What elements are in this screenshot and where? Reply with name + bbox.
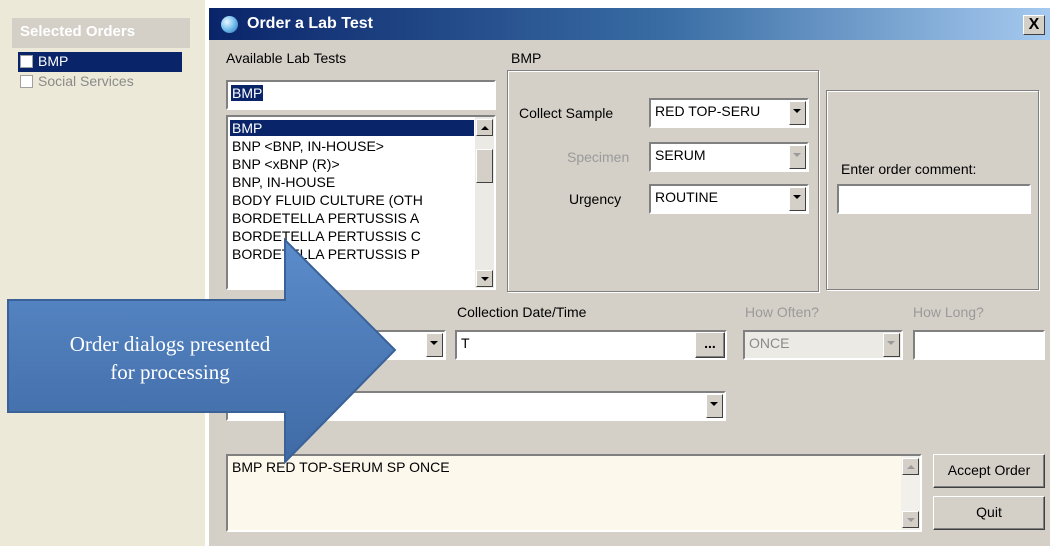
chevron-down-icon	[481, 277, 489, 281]
chevron-down-icon	[710, 402, 718, 406]
scroll-down-button[interactable]	[476, 270, 493, 287]
chevron-down-icon	[907, 518, 915, 522]
list-item[interactable]: BNP <xBNP (R)>	[230, 156, 340, 172]
specimen-select[interactable]: SERUM	[649, 142, 809, 172]
list-scrollbar[interactable]	[475, 117, 494, 288]
chevron-down-icon	[793, 109, 801, 113]
list-item[interactable]: BORDETELLA PERTUSSIS A	[230, 210, 419, 226]
selected-orders-list: BMP Social Services	[18, 52, 186, 302]
chevron-down-icon	[887, 341, 895, 345]
urgency-value: ROUTINE	[655, 189, 718, 205]
callout-line-1: Order dialogs presented	[69, 332, 271, 356]
order-lab-test-dialog: Order a Lab Test X Available Lab Tests B…	[208, 8, 1050, 546]
dropdown-button[interactable]	[883, 333, 900, 357]
chevron-down-icon	[793, 195, 801, 199]
close-button[interactable]: X	[1023, 15, 1045, 35]
specimen-value: SERUM	[655, 147, 706, 163]
callout-line-2: for processing	[110, 360, 230, 384]
scroll-up-button[interactable]	[902, 458, 919, 475]
scroll-down-button[interactable]	[902, 511, 919, 528]
how-often-value: ONCE	[749, 335, 790, 351]
how-often-label: How Often?	[745, 304, 819, 320]
summary-scrollbar[interactable]	[901, 456, 920, 530]
collect-sample-select[interactable]: RED TOP-SERU	[649, 98, 809, 128]
dropdown-button[interactable]	[789, 187, 806, 211]
chevron-up-icon	[907, 465, 915, 469]
comment-label: Enter order comment:	[841, 161, 977, 177]
order-summary-text: BMP RED TOP-SERUM SP ONCE	[226, 454, 922, 532]
how-long-input[interactable]	[913, 330, 1045, 360]
test-heading: BMP	[511, 50, 542, 66]
collection-datetime-label: Collection Date/Time	[457, 304, 587, 320]
chevron-down-icon	[793, 153, 801, 157]
dropdown-button[interactable]	[706, 394, 723, 418]
dialog-titlebar[interactable]: Order a Lab Test X	[209, 8, 1050, 40]
secondary-select[interactable]	[226, 391, 726, 421]
specimen-label: Specimen	[567, 149, 630, 165]
collection-datetime-value: T	[461, 335, 470, 351]
scroll-thumb[interactable]	[476, 149, 493, 183]
list-item[interactable]: BORDETELLA PERTUSSIS P	[230, 246, 420, 262]
scroll-up-button[interactable]	[476, 119, 493, 136]
chevron-up-icon	[481, 126, 489, 130]
order-checkbox[interactable]	[20, 55, 33, 68]
selected-order-social-services[interactable]: Social Services	[18, 72, 182, 92]
how-long-label: How Long?	[913, 304, 984, 320]
urgency-label: Urgency	[569, 191, 622, 207]
collect-sample-label: Collect Sample	[519, 105, 614, 121]
collection-datetime-input[interactable]: T	[455, 330, 727, 360]
app-globe-icon	[221, 16, 238, 33]
lab-test-list[interactable]: BMP BNP <BNP, IN-HOUSE> BNP <xBNP (R)> B…	[226, 115, 496, 290]
list-item[interactable]: BODY FLUID CULTURE (OTH	[230, 192, 423, 208]
list-item[interactable]: BNP, IN-HOUSE	[230, 174, 335, 190]
quit-button[interactable]: Quit	[933, 496, 1045, 530]
search-value: BMP	[231, 85, 264, 101]
callout-text: Order dialogs presented for processing	[20, 330, 320, 386]
dialog-title: Order a Lab Test	[247, 15, 373, 32]
list-item[interactable]: BNP <BNP, IN-HOUSE>	[230, 138, 384, 154]
dropdown-button[interactable]	[426, 333, 443, 357]
order-summary-value: BMP RED TOP-SERUM SP ONCE	[232, 459, 450, 475]
selected-order-bmp[interactable]: BMP	[18, 52, 182, 72]
list-item[interactable]: BMP	[230, 120, 474, 136]
urgency-select[interactable]: ROUTINE	[649, 184, 809, 214]
list-item[interactable]: BORDETELLA PERTUSSIS C	[230, 228, 421, 244]
order-comment-input[interactable]	[837, 184, 1031, 214]
order-checkbox[interactable]	[20, 75, 33, 88]
lab-test-search-input[interactable]: BMP	[226, 80, 496, 110]
order-label: BMP	[38, 53, 69, 69]
datetime-browse-button[interactable]: ...	[695, 332, 725, 358]
available-tests-label: Available Lab Tests	[226, 50, 347, 66]
selected-orders-panel: Selected Orders BMP Social Services	[0, 0, 205, 546]
order-label: Social Services	[38, 73, 134, 89]
selected-orders-header: Selected Orders	[12, 18, 190, 48]
how-often-select[interactable]: ONCE	[743, 330, 903, 360]
chevron-down-icon	[430, 341, 438, 345]
collect-sample-value: RED TOP-SERU	[655, 103, 761, 119]
dropdown-button[interactable]	[789, 101, 806, 125]
accept-order-button[interactable]: Accept Order	[933, 454, 1045, 488]
dropdown-button[interactable]	[789, 145, 806, 169]
